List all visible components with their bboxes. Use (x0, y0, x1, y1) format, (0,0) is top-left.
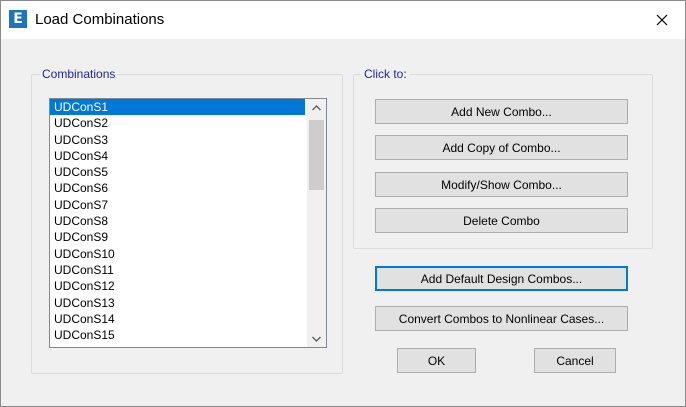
combination-list-item[interactable]: UDConS15 (50, 327, 305, 343)
combination-list-item[interactable]: UDConS2 (50, 115, 305, 131)
click-to-legend: Click to: (362, 67, 409, 81)
close-icon (656, 14, 668, 26)
combination-list-item[interactable]: UDConS5 (50, 164, 305, 180)
combinations-legend: Combinations (40, 67, 118, 81)
combination-list-item[interactable]: UDConS12 (50, 278, 305, 294)
cancel-button[interactable]: Cancel (534, 348, 616, 373)
combination-list-item[interactable]: UDConS7 (50, 197, 305, 213)
modify-show-combo-button[interactable]: Modify/Show Combo... (375, 172, 628, 197)
scroll-up-button[interactable] (307, 99, 326, 116)
scroll-down-button[interactable] (307, 330, 326, 347)
close-button[interactable] (639, 1, 685, 39)
combination-list-item[interactable]: UDConS9 (50, 229, 305, 245)
window-title: Load Combinations (35, 11, 165, 28)
convert-combos-button[interactable]: Convert Combos to Nonlinear Cases... (375, 306, 628, 331)
add-default-design-combos-button[interactable]: Add Default Design Combos... (375, 266, 628, 291)
ok-button[interactable]: OK (397, 348, 476, 373)
load-combinations-dialog: E Load Combinations Combinations UDConS1… (0, 0, 686, 407)
list-scrollbar[interactable] (307, 99, 326, 347)
combination-list-item[interactable]: UDConS14 (50, 311, 305, 327)
combination-list-item[interactable]: UDConS11 (50, 262, 305, 278)
combinations-listbox[interactable]: UDConS1 UDConS2 UDConS3 UDConS4 UDConS5 UDCon… (49, 98, 327, 348)
chevron-up-icon (312, 104, 321, 110)
combination-list-item[interactable]: UDConS13 (50, 295, 305, 311)
title-bar: E Load Combinations (1, 1, 685, 39)
combination-list-item[interactable]: UDConS3 (50, 132, 305, 148)
combination-list-item[interactable]: UDConS10 (50, 246, 305, 262)
scroll-thumb[interactable] (309, 120, 324, 190)
combination-list-item[interactable]: UDConS4 (50, 148, 305, 164)
chevron-down-icon (312, 336, 321, 342)
add-new-combo-button[interactable]: Add New Combo... (375, 99, 628, 124)
combination-list-item[interactable]: UDConS8 (50, 213, 305, 229)
add-copy-of-combo-button[interactable]: Add Copy of Combo... (375, 135, 628, 160)
combinations-list: UDConS1 UDConS2 UDConS3 UDConS4 UDConS5 UDCon… (50, 99, 305, 347)
combination-list-item[interactable]: UDConS6 (50, 180, 305, 196)
delete-combo-button[interactable]: Delete Combo (375, 208, 628, 233)
app-icon: E (9, 10, 27, 28)
combination-list-item[interactable]: UDConS1 (50, 99, 305, 116)
